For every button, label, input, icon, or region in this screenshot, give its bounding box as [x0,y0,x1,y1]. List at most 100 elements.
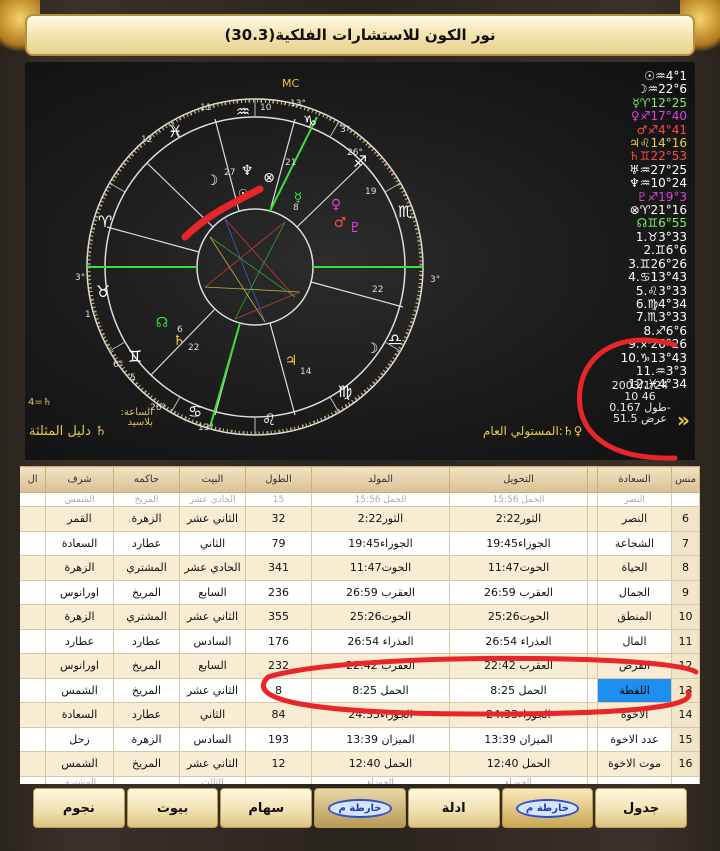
cell-name[interactable]: اللقطة [597,677,672,703]
triplicity-guide-link[interactable]: ♄ دليل المثلثة [29,424,107,439]
cell-mawlid[interactable]: الحوت25:26 [311,604,450,630]
cell-bayt[interactable]: الثاني عشر [179,506,246,532]
cell-bayt[interactable]: الثاني [179,702,246,728]
cell-empty[interactable] [587,726,598,752]
cell-empty[interactable] [587,677,598,703]
cell-mawlid[interactable]: الميزان 13:39 [311,726,450,752]
cell-tahwil[interactable]: الميزان 13:39 [449,726,588,752]
cell-tul[interactable]: 176 [245,628,312,654]
column-header[interactable]: ال [20,466,46,493]
cell-mawlid[interactable]: الجوزاء24:33 [311,702,450,728]
cell-n[interactable]: 10 [671,604,700,630]
cell-tul[interactable]: 8 [245,677,312,703]
tab-بيوت[interactable]: بيوت [126,788,219,828]
cell-name[interactable]: القرض [597,653,672,679]
cell-name[interactable]: الشجاعة [597,530,672,556]
cell-bayt[interactable]: الثاني عشر [179,604,246,630]
cell-hakim[interactable]: الزهرة [113,726,180,752]
cell-sharaf[interactable]: اورانوس [45,579,114,605]
cell-tul[interactable]: 12 [245,751,312,777]
cell-bayt[interactable]: السادس [179,628,246,654]
cell-tul[interactable]: 341 [245,555,312,581]
cell-sharaf[interactable]: السعادة [45,702,114,728]
tab-logo-3[interactable]: خارطة م [314,788,406,828]
cell-empty[interactable] [20,628,46,654]
cell-empty[interactable] [587,653,598,679]
table-row[interactable]: 9 الجمال العقرب 26:59 العقرب 26:59 236 السابع… [20,579,700,605]
cell-n[interactable]: 12 [671,653,700,679]
cell-sharaf[interactable]: عطارد [45,628,114,654]
cell-empty[interactable] [587,530,598,556]
cell-tul[interactable]: 193 [245,726,312,752]
table-row[interactable]: 14 الاخوة الجوزاء24:33 الجوزاء24:33 84 الثاني… [20,702,700,728]
cell-tahwil[interactable]: العقرب 22:42 [449,653,588,679]
cell-tul[interactable]: 79 [245,530,312,556]
cell-n[interactable]: 15 [671,726,700,752]
cell-empty[interactable] [20,751,46,777]
cell-mawlid[interactable]: العذراء 26:54 [311,628,450,654]
table-row[interactable]: 10 المنطق الحوت25:26 الحوت25:26 355 الثاني عش… [20,604,700,630]
cell-mawlid[interactable]: الحمل 8:25 [311,677,450,703]
cell-empty[interactable] [587,555,598,581]
cell-empty[interactable] [587,604,598,630]
cell-tahwil[interactable]: الحوت25:26 [449,604,588,630]
column-header[interactable]: منس [671,466,700,493]
cell-mawlid[interactable]: الحوت11:47 [311,555,450,581]
column-header[interactable]: التحويل [449,466,588,493]
cell-tahwil[interactable]: العقرب 26:59 [449,579,588,605]
cell-name[interactable]: الاخوة [597,702,672,728]
cell-mawlid[interactable]: العقرب 26:59 [311,579,450,605]
cell-empty[interactable] [587,702,598,728]
cell-sharaf[interactable]: الشمس [45,677,114,703]
cell-tul[interactable]: 84 [245,702,312,728]
cell-bayt[interactable]: السابع [179,653,246,679]
cell-sharaf[interactable]: الزهرة [45,555,114,581]
cell-empty[interactable] [20,604,46,630]
cell-name[interactable]: عدد الاخوة [597,726,672,752]
cell-bayt[interactable]: الثاني عشر [179,751,246,777]
cell-empty[interactable] [20,530,46,556]
cell-n[interactable]: 8 [671,555,700,581]
cell-name[interactable]: المنطق [597,604,672,630]
cell-sharaf[interactable]: الشمس [45,751,114,777]
cell-hakim[interactable]: المشتري [113,604,180,630]
cell-bayt[interactable]: السادس [179,726,246,752]
cell-hakim[interactable]: عطارد [113,530,180,556]
cell-sharaf[interactable]: السعادة [45,530,114,556]
table-row[interactable]: 6 النصر الثور2:22 الثور2:22 32 الثاني عشر الزه… [20,506,700,532]
table-row[interactable]: 7 الشجاعة الجوزاء19:45 الجوزاء19:45 79 الثاني… [20,530,700,556]
cell-sharaf[interactable]: القمر [45,506,114,532]
cell-bayt[interactable]: الثاني [179,530,246,556]
cell-tahwil[interactable]: الجوزاء24:33 [449,702,588,728]
cell-tul[interactable]: 32 [245,506,312,532]
cell-sharaf[interactable]: زحل [45,726,114,752]
cell-empty[interactable] [20,555,46,581]
cell-mawlid[interactable]: العقرب 22:42 [311,653,450,679]
tab-جدول[interactable]: جدول [595,788,687,828]
table-row[interactable]: 8 الحياة الحوت11:47 الحوت11:47 341 الحادي عشر… [20,555,700,581]
table-row[interactable]: 15 عدد الاخوة الميزان 13:39 الميزان 13:39 19… [20,726,700,752]
column-header[interactable]: الطول [245,466,312,493]
cell-sharaf[interactable]: الزهرة [45,604,114,630]
cell-n[interactable]: 16 [671,751,700,777]
cell-bayt[interactable]: الثاني عشر [179,677,246,703]
cell-name[interactable]: الحياة [597,555,672,581]
horoscope-wheel[interactable]: ♓ ♒ ♑ ♐ ♏ ♈ ♉ ♊ ♋ ♌ ♍ ♎ ☽ ♆ ⊗ ☉ ☿ ♀ ♂ ♇ … [45,62,485,442]
lots-table[interactable]: منس السعادة التحويل المولد الطول البيت حاكمه شر… [20,466,700,784]
table-row[interactable]: 13 اللقطة الحمل 8:25 الحمل 8:25 8 الثاني عشر ا… [20,677,700,703]
cell-empty[interactable] [587,751,598,777]
cell-n[interactable]: 9 [671,579,700,605]
cell-n[interactable]: 6 [671,506,700,532]
cell-hakim[interactable]: المريخ [113,653,180,679]
cell-hakim[interactable]: المريخ [113,677,180,703]
cell-empty[interactable] [587,506,598,532]
cell-empty[interactable] [20,677,46,703]
cell-empty[interactable] [20,506,46,532]
cell-name[interactable]: النصر [597,506,672,532]
cell-name[interactable]: الجمال [597,579,672,605]
cell-tahwil[interactable]: الحوت11:47 [449,555,588,581]
table-row[interactable]: 12 القرض العقرب 22:42 العقرب 22:42 232 السابع… [20,653,700,679]
cell-hakim[interactable]: المشتري [113,555,180,581]
cell-tahwil[interactable]: الحمل 8:25 [449,677,588,703]
cell-hakim[interactable]: المريخ [113,751,180,777]
